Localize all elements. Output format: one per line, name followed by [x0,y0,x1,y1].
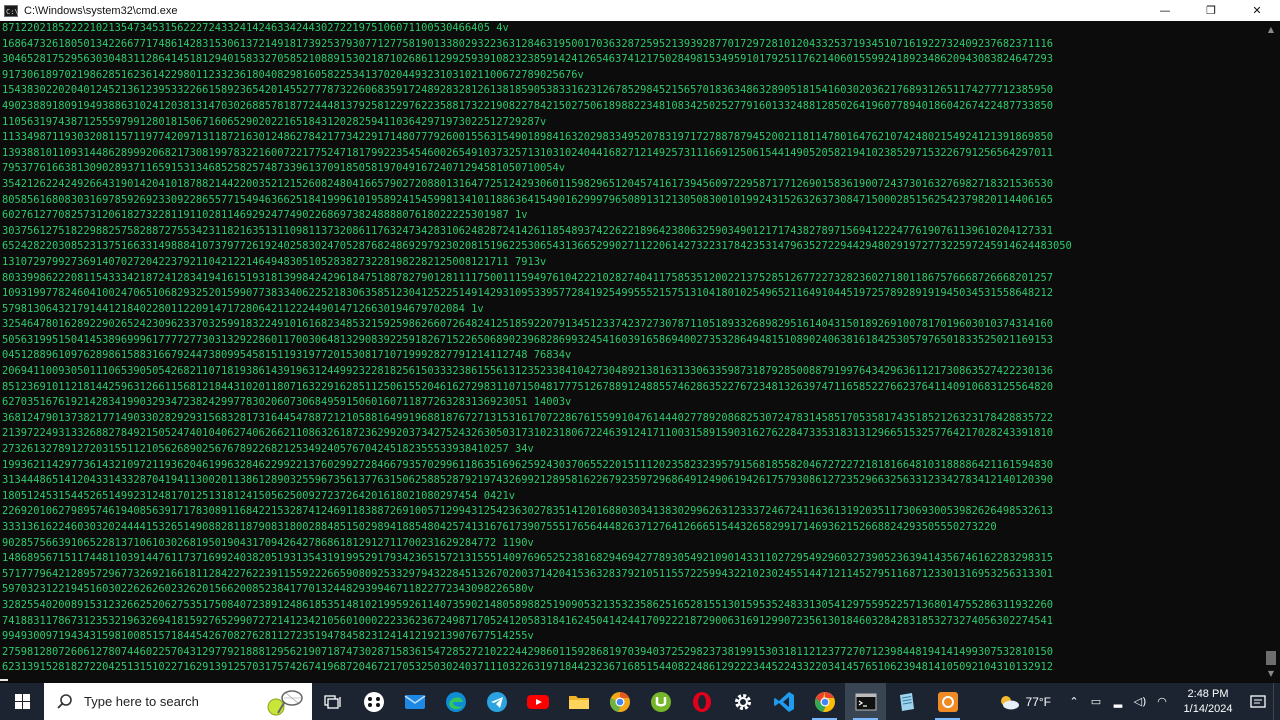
console-line: 3046528175295630304831128641451812940158… [2,53,1053,66]
file-explorer-icon[interactable] [558,683,599,720]
system-tray: 77°F ⌃ ▭ ▂ ◁) ◠ 2:48 PM 1/14/2024 [998,683,1280,720]
notepad-icon[interactable] [886,683,927,720]
console-line: 2269201062798957461940856391717830891168… [2,505,1053,518]
chrome-icon[interactable] [804,683,845,720]
console-line: 7953776166381309028937116591531346852582… [2,162,566,175]
network-icon[interactable]: ▂ [1107,695,1129,708]
console-line: 2069411009305011106539050542682110718193… [2,365,1053,378]
scrollbar-thumb[interactable] [1266,651,1276,665]
console-line: 6231391528182722042513151022716291391257… [2,661,1053,674]
console-line: 1686473261805013422667717486142831530613… [2,37,1053,50]
clock[interactable]: 2:48 PM 1/14/2024 [1173,687,1243,717]
vertical-scrollbar[interactable]: ▲ ▼ [1262,21,1280,683]
text-cursor [0,679,8,681]
vscode-icon[interactable] [763,683,804,720]
console-line: 2759812807260612780744602257043129779218… [2,645,1053,658]
console-line: 8512369101121814425963126611568121844310… [2,380,1053,393]
console-line: 2732613278912720315511210562689025676789… [2,443,534,456]
console-line: 7418831178673123532196326941815927652990… [2,614,1053,627]
telegram-icon[interactable] [476,683,517,720]
start-button[interactable] [0,683,44,720]
taskbar-search[interactable]: Type here to search [44,683,312,720]
media-player-icon[interactable] [353,683,394,720]
search-placeholder: Type here to search [84,694,199,709]
chrome-canary-icon[interactable] [599,683,640,720]
show-hidden-icons-icon[interactable]: ⌃ [1063,695,1085,708]
console-line: 5717779642128957296773269216618112842276… [2,567,1053,580]
utorrent-icon[interactable] [640,683,681,720]
console-line: 5798130643217914412184022801122091471728… [2,302,484,315]
console-output[interactable]: 8712202185222210213547345315622272433241… [0,21,1262,683]
console-line: 9028575663910652281371061030268195019043… [2,536,534,549]
minimize-button[interactable]: — [1142,0,1188,21]
opera-icon[interactable] [681,683,722,720]
console-line: 4902388918091949388631024120381314703026… [2,99,1053,112]
show-desktop-button[interactable] [1273,683,1280,720]
windows-logo-icon [14,694,30,709]
task-view-icon[interactable] [312,683,353,720]
clock-time: 2:48 PM [1187,687,1229,700]
console-line: 6270351676192142834199032934723824299778… [2,396,572,409]
console-line: 8033998622208115433342187241283419416151… [2,271,1053,284]
console-line: 1993621142977361432109721193620461996328… [2,458,1053,471]
weather-widget[interactable]: 77°F [998,693,1051,711]
edge-icon[interactable] [435,683,476,720]
weather-icon [1000,695,1019,709]
title-bar: C:\ C:\Windows\system32\cmd.exe — ❐ ✕ [0,0,1280,21]
console-line: 5056319951504145389699961777727730313292… [2,333,1053,346]
console-line: 0451288961097628986158831667924473809954… [2,349,572,362]
taskbar: Type here to search 77°F ⌃ ▭ ▂ ◁) ◠ 2:48… [0,683,1280,720]
mail-icon[interactable] [394,683,435,720]
notification-icon[interactable] [1243,694,1273,710]
console-line: 1093199778246041002470651068293252015990… [2,287,1053,300]
wifi-icon[interactable]: ◠ [1151,695,1173,708]
console-line: 9173061897021986285162361422980112332361… [2,68,584,81]
clock-date: 1/14/2024 [1183,702,1233,715]
scroll-up-icon[interactable]: ▲ [1266,25,1276,35]
console-line: 1133498711930320811571197742097131187216… [2,131,1053,144]
terminal-icon[interactable] [845,683,886,720]
console-line: 3282554020089153123266252062753517508407… [2,598,1053,611]
console-line: 1543830220204012452136123953322661589236… [2,84,1053,97]
console-line: 5970323122194516030226262602326201566200… [2,583,534,596]
close-button[interactable]: ✕ [1234,0,1280,21]
console-line: 8058561680830316978592692330922865577154… [2,193,1053,206]
volume-icon[interactable]: ◁) [1129,695,1151,708]
youtube-icon[interactable] [517,683,558,720]
console-line: 3037561275182298825758288727553423118216… [2,224,1053,237]
maximize-button[interactable]: ❐ [1188,0,1234,21]
search-icon [57,693,72,709]
window-title: C:\Windows\system32\cmd.exe [24,4,178,17]
search-highlight-art-icon [267,690,303,716]
console-line: 1486895671511744811039144761173716992403… [2,552,1053,565]
scroll-down-icon[interactable]: ▼ [1266,669,1276,679]
console-line: 3134448651412043314332870419411300201138… [2,474,1053,487]
weather-temperature: 77°F [1025,694,1051,709]
cmd-app-icon[interactable]: C:\ [4,4,19,17]
console-line: 3331361622460303202444415326514908828118… [2,521,997,533]
window-controls: — ❐ ✕ [1142,0,1280,21]
console-line: 1393881011093144862899920682173081997832… [2,146,1053,159]
power-icon[interactable]: ▭ [1085,695,1107,708]
console-line: 6027612770825731206182732281191102811469… [2,209,528,222]
console-line: 3254647801628922902652423096233703259918… [2,318,1053,331]
console-line: 3681247901373821771490330282929315683281… [2,411,1053,424]
console-line: 1105631974387125559799128018150671606529… [2,115,547,128]
console-line: 9949300971943431598100851571844542670827… [2,630,534,643]
console-line: 1805124531544526514992312481701251318124… [2,489,515,502]
console-line: 3542126224249266431901420410187882144220… [2,177,1053,190]
settings-icon[interactable] [722,683,763,720]
console-line: 1310729799273691407027204223792110421221… [2,255,547,268]
app-icon[interactable] [927,683,968,720]
console-line: 2139722493133268827849215052474010406274… [2,427,1053,440]
console-line: 8712202185222210213547345315622272433241… [2,22,509,34]
console-line: 6524282203085231375166331498884107379772… [2,240,1072,253]
